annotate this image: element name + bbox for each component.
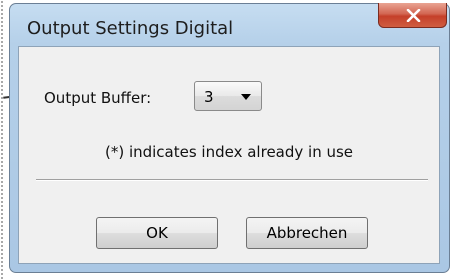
dialog-title: Output Settings Digital [27, 18, 234, 39]
chevron-down-icon [241, 94, 251, 100]
dotted-border [0, 0, 4, 279]
output-buffer-label: Output Buffer: [44, 89, 152, 107]
close-button[interactable] [378, 3, 447, 28]
output-buffer-value: 3 [204, 88, 214, 106]
cancel-button[interactable]: Abbrechen [246, 217, 368, 249]
ok-button[interactable]: OK [96, 217, 218, 249]
close-x-icon [406, 9, 421, 22]
index-in-use-hint: (*) indicates index already in use [104, 143, 354, 161]
separator [36, 179, 428, 181]
output-settings-dialog: Output Settings Digital Output Buffer: 3… [9, 3, 450, 273]
output-buffer-select[interactable]: 3 [194, 81, 262, 111]
dialog-client-area: Output Buffer: 3 (*) indicates index alr… [18, 46, 440, 264]
